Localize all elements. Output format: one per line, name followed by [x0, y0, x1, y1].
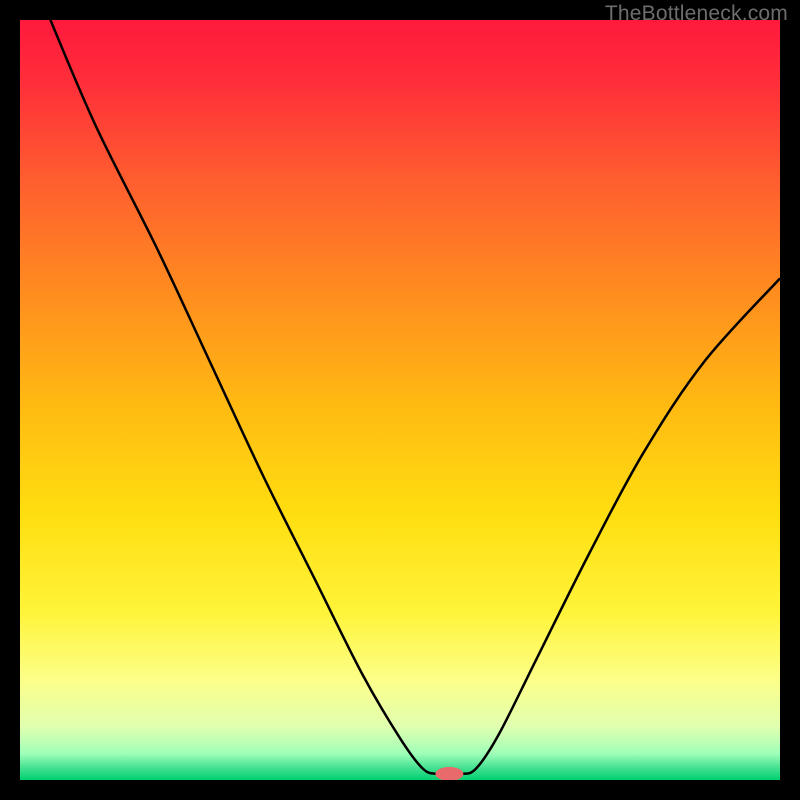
- chart-container: TheBottleneck.com: [0, 0, 800, 800]
- plot-area: [20, 20, 780, 780]
- gradient-background: [20, 20, 780, 780]
- bottleneck-chart: [20, 20, 780, 780]
